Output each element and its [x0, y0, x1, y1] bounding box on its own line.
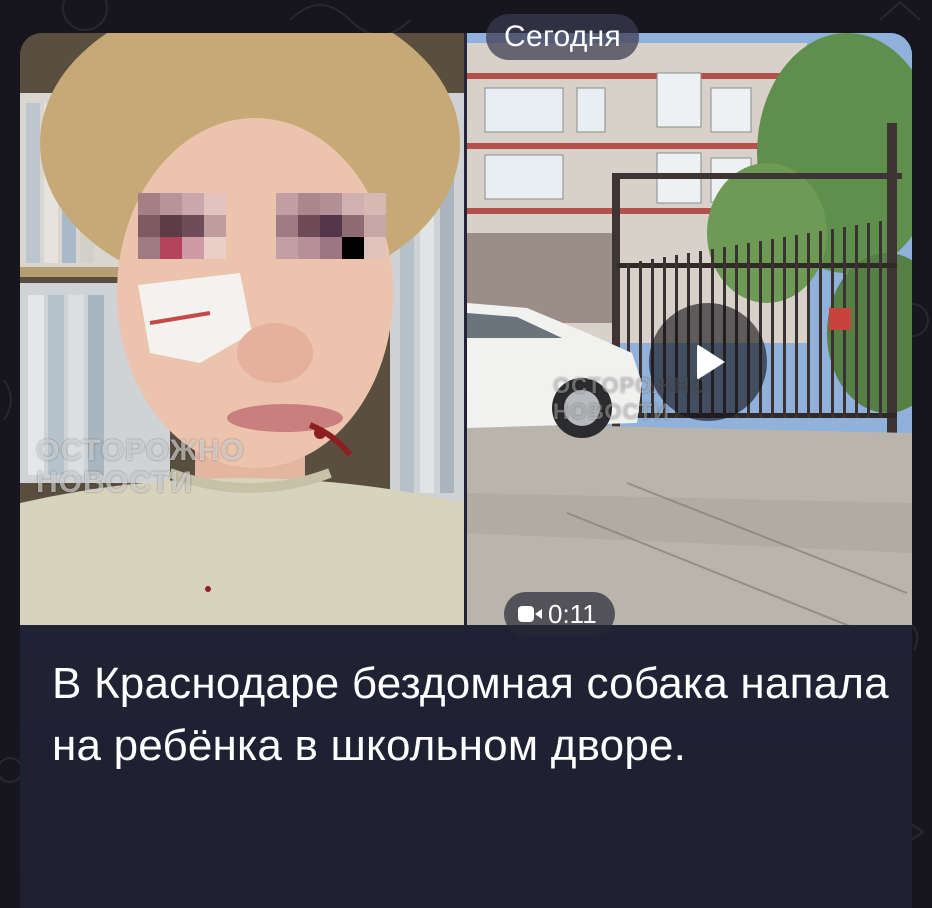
- post-text: В Краснодаре бездомная собака напала на …: [52, 659, 889, 770]
- video-camera-icon: [518, 604, 542, 624]
- play-icon: [697, 344, 725, 380]
- video-duration-badge: 0:11: [504, 592, 615, 636]
- photo-watermark: ОСТОРОЖНО НОВОСТИ: [36, 434, 245, 499]
- channel-post[interactable]: ОСТОРОЖНО НОВОСТИ ОСТОРОЖНО НОВОСТИ 0:11…: [20, 33, 912, 908]
- media-album: ОСТОРОЖНО НОВОСТИ ОСТОРОЖНО НОВОСТИ 0:11: [20, 33, 912, 636]
- video-duration: 0:11: [548, 599, 597, 629]
- date-separator: Сегодня: [486, 14, 640, 60]
- child-injury-photo[interactable]: ОСТОРОЖНО НОВОСТИ: [20, 33, 464, 625]
- play-button[interactable]: [649, 303, 767, 421]
